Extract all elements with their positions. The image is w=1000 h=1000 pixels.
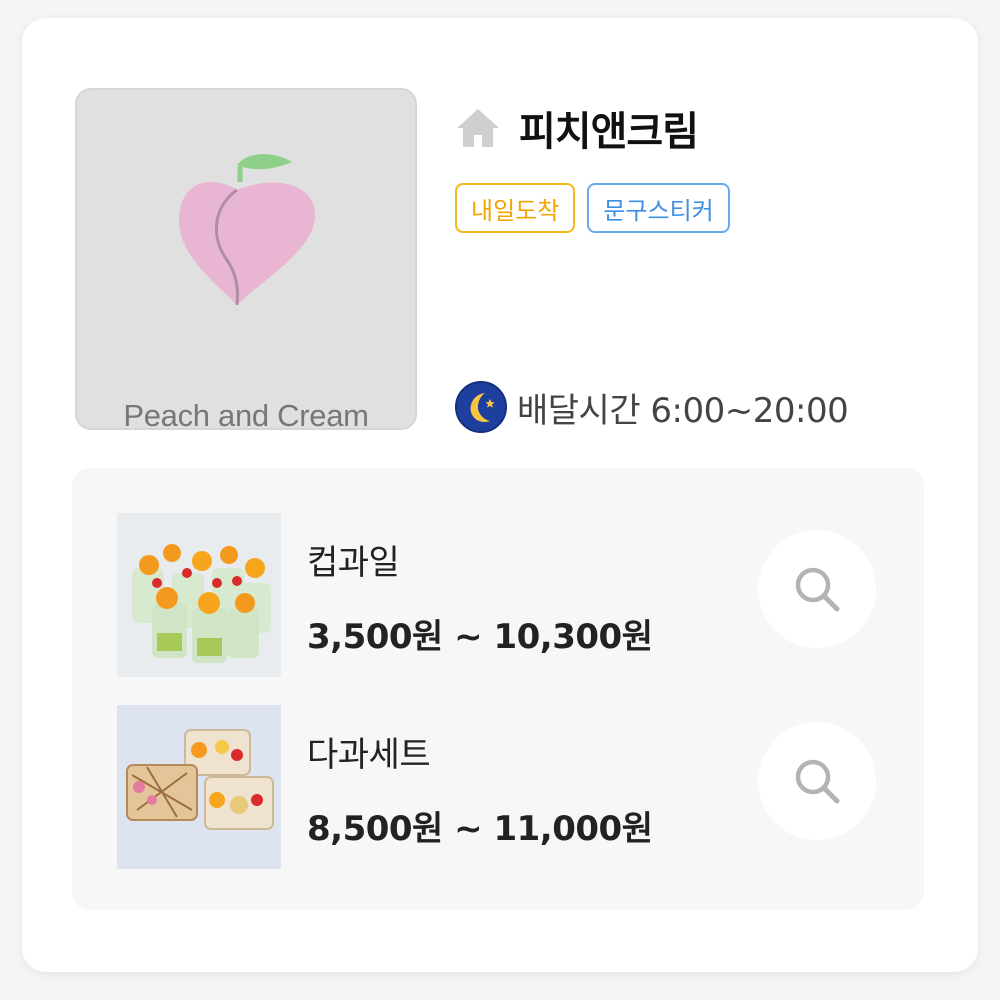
- moon-icon: [455, 381, 507, 433]
- search-icon: [795, 759, 840, 804]
- peach-logo-icon: [179, 154, 315, 306]
- store-name[interactable]: 피치앤크림: [519, 99, 699, 157]
- delivery-hours: 배달시간 6:00~20:00: [455, 380, 849, 434]
- product-image-snack-set[interactable]: [117, 705, 281, 869]
- tag-next-day-delivery: 내일도착: [455, 183, 576, 233]
- home-icon: [457, 109, 499, 147]
- tag-stationery-sticker: 문구스티커: [587, 183, 730, 233]
- product-image-fruit-cups[interactable]: [117, 513, 281, 677]
- search-icon: [795, 567, 840, 612]
- product-list: 컵과일 3,500원 ~ 10,300원 다과세트 8,500원 ~ 11,00…: [72, 468, 924, 910]
- search-button[interactable]: [758, 722, 876, 840]
- product-item[interactable]: 컵과일 3,500원 ~ 10,300원: [117, 513, 897, 677]
- store-header: 피치앤크림: [455, 99, 699, 157]
- product-name[interactable]: 컵과일: [307, 535, 400, 584]
- product-price: 3,500원 ~ 10,300원: [307, 617, 653, 657]
- product-item[interactable]: 다과세트 8,500원 ~ 11,000원: [117, 705, 897, 869]
- store-logo[interactable]: Peach and Cream: [75, 88, 417, 430]
- product-price: 8,500원 ~ 11,000원: [307, 809, 653, 849]
- store-tags: 내일도착 문구스티커: [455, 183, 730, 233]
- delivery-hours-text: 배달시간 6:00~20:00: [517, 390, 849, 431]
- logo-text: Peach and Cream: [123, 398, 369, 430]
- search-button[interactable]: [758, 530, 876, 648]
- product-name[interactable]: 다과세트: [307, 727, 431, 776]
